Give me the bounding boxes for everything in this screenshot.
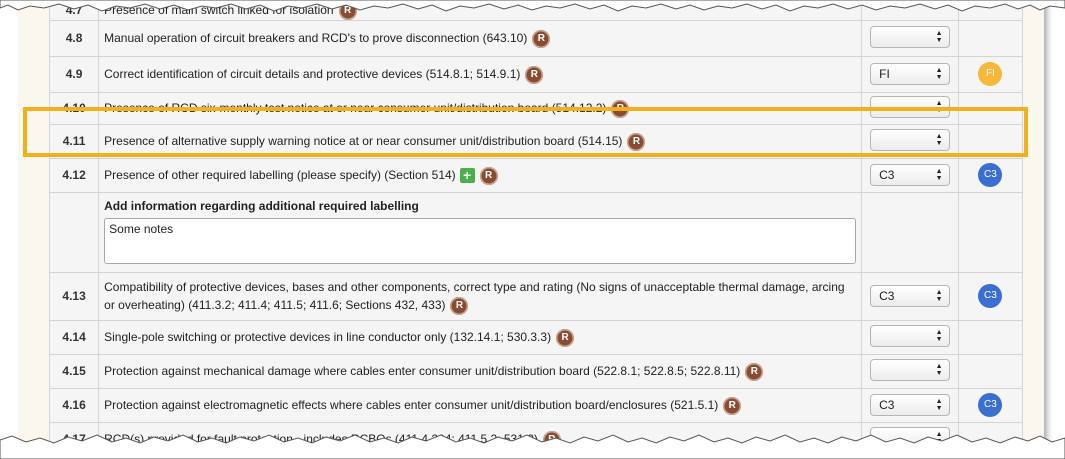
notes-label: Add information regarding additional req… — [104, 198, 419, 213]
select-arrows-icon: ▲▼ — [935, 29, 943, 44]
checklist-sheet: 4.7 Presence of main switch linked for i… — [20, 0, 1044, 444]
highlight-box — [23, 107, 1028, 157]
table-row: 4.15 Protection against mechanical damag… — [48, 353, 1024, 389]
select-arrows-icon: ▲▼ — [935, 168, 943, 183]
row-description: Protection against mechanical damage whe… — [104, 363, 741, 378]
code-badge: FI — [978, 62, 1003, 87]
outcome-select[interactable]: C3 ▲ ▼ — [870, 394, 951, 417]
outcome-select[interactable]: ▲▼ — [870, 358, 951, 381]
select-arrows-icon: ▲▼ — [935, 362, 943, 377]
select-arrows-icon: ▲▼ — [935, 289, 943, 304]
add-label-icon[interactable]: + — [459, 168, 475, 184]
table-row: 4.16 Protection against electromagnetic … — [48, 387, 1024, 423]
code-badge: C3 — [978, 284, 1003, 309]
outcome-select[interactable]: ▲▼ — [870, 324, 951, 347]
select-arrows-icon: ▲▼ — [935, 398, 943, 413]
table-row: 4.14 Single-pole switching or protective… — [48, 319, 1024, 355]
regulation-badge[interactable]: R — [450, 296, 469, 315]
row-number: 4.8 — [48, 19, 100, 57]
select-arrows-icon: ▲▼ — [935, 67, 943, 82]
outcome-select[interactable]: C3 ▲ ▼ — [870, 164, 951, 187]
row-description: Protection against electromagnetic effec… — [104, 397, 719, 412]
torn-edge-top — [0, 0, 1065, 12]
code-badge: C3 — [978, 163, 1003, 188]
inspection-table: 4.7 Presence of main switch linked for i… — [48, 0, 1024, 444]
table-row: 4.12 Presence of other required labellin… — [48, 157, 1024, 193]
code-badge: C3 — [978, 393, 1003, 418]
notes-textarea[interactable]: Some notes — [104, 217, 857, 264]
notes-row: Add information regarding additional req… — [48, 191, 1024, 273]
table-row: 4.13 Compatibility of protective devices… — [48, 271, 1024, 321]
row-number: 4.14 — [48, 319, 100, 355]
row-number: 4.15 — [48, 353, 100, 389]
row-description: Presence of other required labelling (pl… — [104, 167, 456, 182]
row-number: 4.12 — [48, 157, 100, 193]
outcome-select[interactable]: C3 ▲ ▼ — [870, 285, 951, 308]
outcome-select[interactable]: FI ▲ ▼ — [870, 63, 951, 86]
regulation-badge[interactable]: R — [556, 328, 575, 347]
row-description: Compatibility of protective devices, bas… — [104, 279, 845, 312]
outcome-select[interactable]: ▲▼ — [870, 25, 951, 48]
regulation-badge[interactable]: R — [525, 65, 544, 84]
row-number: 4.16 — [48, 387, 100, 423]
row-description: Correct identification of circuit detail… — [104, 66, 521, 81]
table-row: 4.8 Manual operation of circuit breakers… — [48, 19, 1024, 57]
regulation-badge[interactable]: R — [532, 29, 551, 48]
regulation-badge[interactable]: R — [479, 166, 498, 185]
row-description: Single-pole switching or protective devi… — [104, 329, 552, 344]
regulation-badge[interactable]: R — [723, 396, 742, 415]
table-row: 4.9 Correct identification of circuit de… — [48, 55, 1024, 93]
row-description: Manual operation of circuit breakers and… — [104, 30, 528, 45]
row-number: 4.9 — [48, 55, 100, 93]
torn-edge-bottom — [0, 434, 1065, 459]
row-number: 4.13 — [48, 271, 100, 321]
regulation-badge[interactable]: R — [745, 362, 764, 381]
select-arrows-icon: ▲▼ — [935, 328, 943, 343]
